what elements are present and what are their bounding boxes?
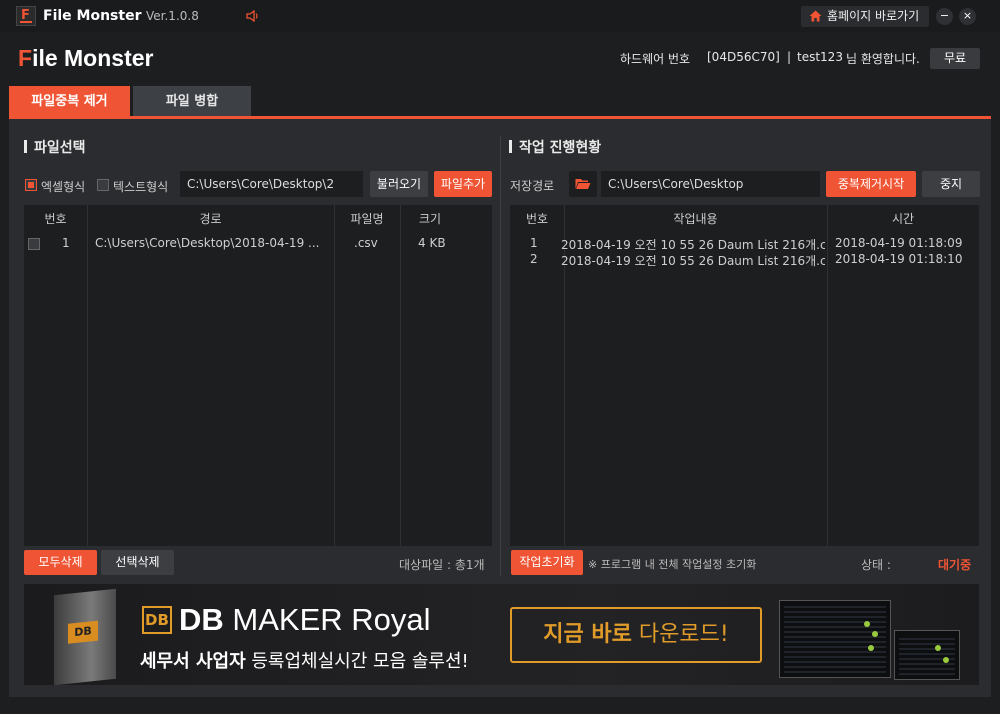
row-time: 2018-04-19 01:18:10 — [835, 252, 963, 266]
row-no: 2 — [530, 252, 538, 266]
brand-logo: File Monster — [18, 45, 153, 72]
folder-icon — [575, 179, 591, 189]
brand-rest: ile Monster — [32, 45, 154, 71]
col-header-no[interactable]: 번호 — [510, 205, 564, 233]
speaker-icon[interactable] — [246, 10, 260, 22]
row-content: 2018-04-19 오전 10 55 26 Daum List 216개.c.… — [561, 254, 825, 268]
delete-all-button[interactable]: 모두삭제 — [24, 550, 97, 575]
col-header-filename[interactable]: 파일명 — [334, 205, 400, 233]
excel-format-label: 엑셀형식 — [41, 180, 86, 194]
folder-open-button[interactable] — [569, 171, 597, 197]
row-path: C:\Users\Core\Desktop\2018-04-19 ... — [95, 236, 320, 250]
screenshot-preview-small — [894, 630, 960, 680]
stop-button[interactable]: 중지 — [922, 171, 980, 197]
product-box-image: DB — [54, 588, 116, 685]
load-button[interactable]: 불러오기 — [370, 171, 428, 197]
delete-selected-button[interactable]: 선택삭제 — [101, 550, 174, 575]
panel-divider — [500, 136, 501, 576]
progress-title: 작업 진행현황 — [509, 137, 601, 157]
text-format-label: 텍스트형식 — [113, 180, 169, 194]
screenshot-preview — [779, 600, 891, 678]
product-name: DB MAKER Royal — [179, 602, 431, 637]
save-path-input[interactable]: C:\Users\Core\Desktop — [601, 171, 820, 197]
status-value: 대기중 — [938, 558, 972, 572]
hw-label: 하드웨어 번호 — [620, 52, 691, 66]
excel-format-checkbox[interactable] — [25, 179, 37, 191]
db-badge-logo: DB — [142, 606, 172, 634]
hw-code: [04D56C70] — [707, 50, 780, 64]
homepage-label: 홈페이지 바로가기 — [827, 9, 920, 23]
save-path-label: 저장경로 — [510, 179, 555, 193]
version-label: Ver.1.0.8 — [146, 9, 199, 23]
row-size: 4 KB — [418, 236, 446, 250]
row-time: 2018-04-19 01:18:09 — [835, 236, 963, 250]
row-no: 1 — [62, 236, 70, 250]
tab-merge[interactable]: 파일 병합 — [133, 86, 251, 117]
tab-dedupe[interactable]: 파일중복 제거 — [9, 86, 130, 117]
col-header-size[interactable]: 크기 — [400, 205, 460, 233]
product-slogan: 세무서 사업자 등록업체실시간 모음 솔루션! — [140, 651, 469, 672]
row-content: 2018-04-19 오전 10 55 26 Daum List 216개.c.… — [561, 238, 825, 252]
ad-banner[interactable]: DB DB DB MAKER Royal 세무서 사업자 등록업체실시간 모음 … — [24, 584, 979, 685]
home-icon — [809, 10, 822, 22]
add-file-button[interactable]: 파일추가 — [434, 171, 492, 197]
col-header-time[interactable]: 시간 — [827, 205, 979, 233]
text-format-checkbox[interactable] — [97, 179, 109, 191]
row-no: 1 — [530, 236, 538, 250]
col-header-path[interactable]: 경로 — [87, 205, 334, 233]
title-bar: F File Monster Ver.1.0.8 홈페이지 바로가기 − × — [0, 0, 1000, 32]
status-label: 상태 : — [861, 558, 891, 572]
row-filename: .csv — [354, 236, 378, 250]
file-path-input[interactable]: C:\Users\Core\Desktop\2 — [180, 171, 363, 197]
col-header-no[interactable]: 번호 — [24, 205, 87, 233]
download-now-button[interactable]: 지금 바로 다운로드! — [510, 607, 762, 663]
file-select-title: 파일선택 — [24, 137, 86, 157]
plan-button[interactable]: 무료 — [930, 48, 980, 69]
app-logo-icon: F — [16, 6, 36, 26]
file-table: 번호 경로 파일명 크기 1 C:\Users\Core\Desktop\201… — [24, 205, 492, 546]
target-file-count: 대상파일 : 총1개 — [399, 558, 485, 572]
col-header-content[interactable]: 작업내용 — [564, 205, 827, 233]
close-button[interactable]: × — [959, 8, 976, 25]
user-name: test123 — [797, 50, 843, 64]
minimize-button[interactable]: − — [936, 8, 953, 25]
welcome-text: 님 환영합니다. — [846, 52, 920, 66]
reset-note: ※ 프로그램 내 전체 작업설정 초기화 — [588, 558, 757, 571]
header-separator: | — [787, 50, 792, 64]
start-dedupe-button[interactable]: 중복제거시작 — [826, 171, 916, 197]
progress-table: 번호 작업내용 시간 1 2018-04-19 오전 10 55 26 Daum… — [510, 205, 979, 546]
row-checkbox[interactable] — [28, 238, 40, 250]
app-title: File Monster — [43, 8, 142, 24]
homepage-button[interactable]: 홈페이지 바로가기 — [801, 6, 929, 27]
brand-first-letter: F — [18, 45, 33, 71]
reset-button[interactable]: 작업초기화 — [511, 550, 583, 575]
